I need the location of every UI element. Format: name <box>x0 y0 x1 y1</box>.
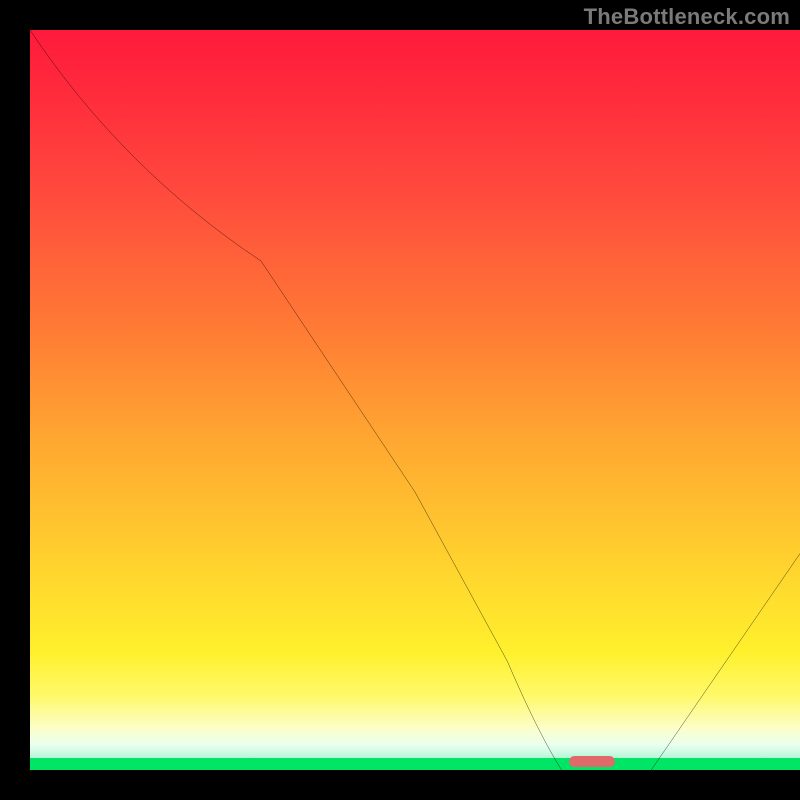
watermark-text: TheBottleneck.com <box>584 4 790 30</box>
optimal-marker <box>569 756 615 767</box>
bottleneck-curve <box>30 30 800 770</box>
plot-area <box>30 30 800 770</box>
chart-frame: TheBottleneck.com <box>0 0 800 800</box>
